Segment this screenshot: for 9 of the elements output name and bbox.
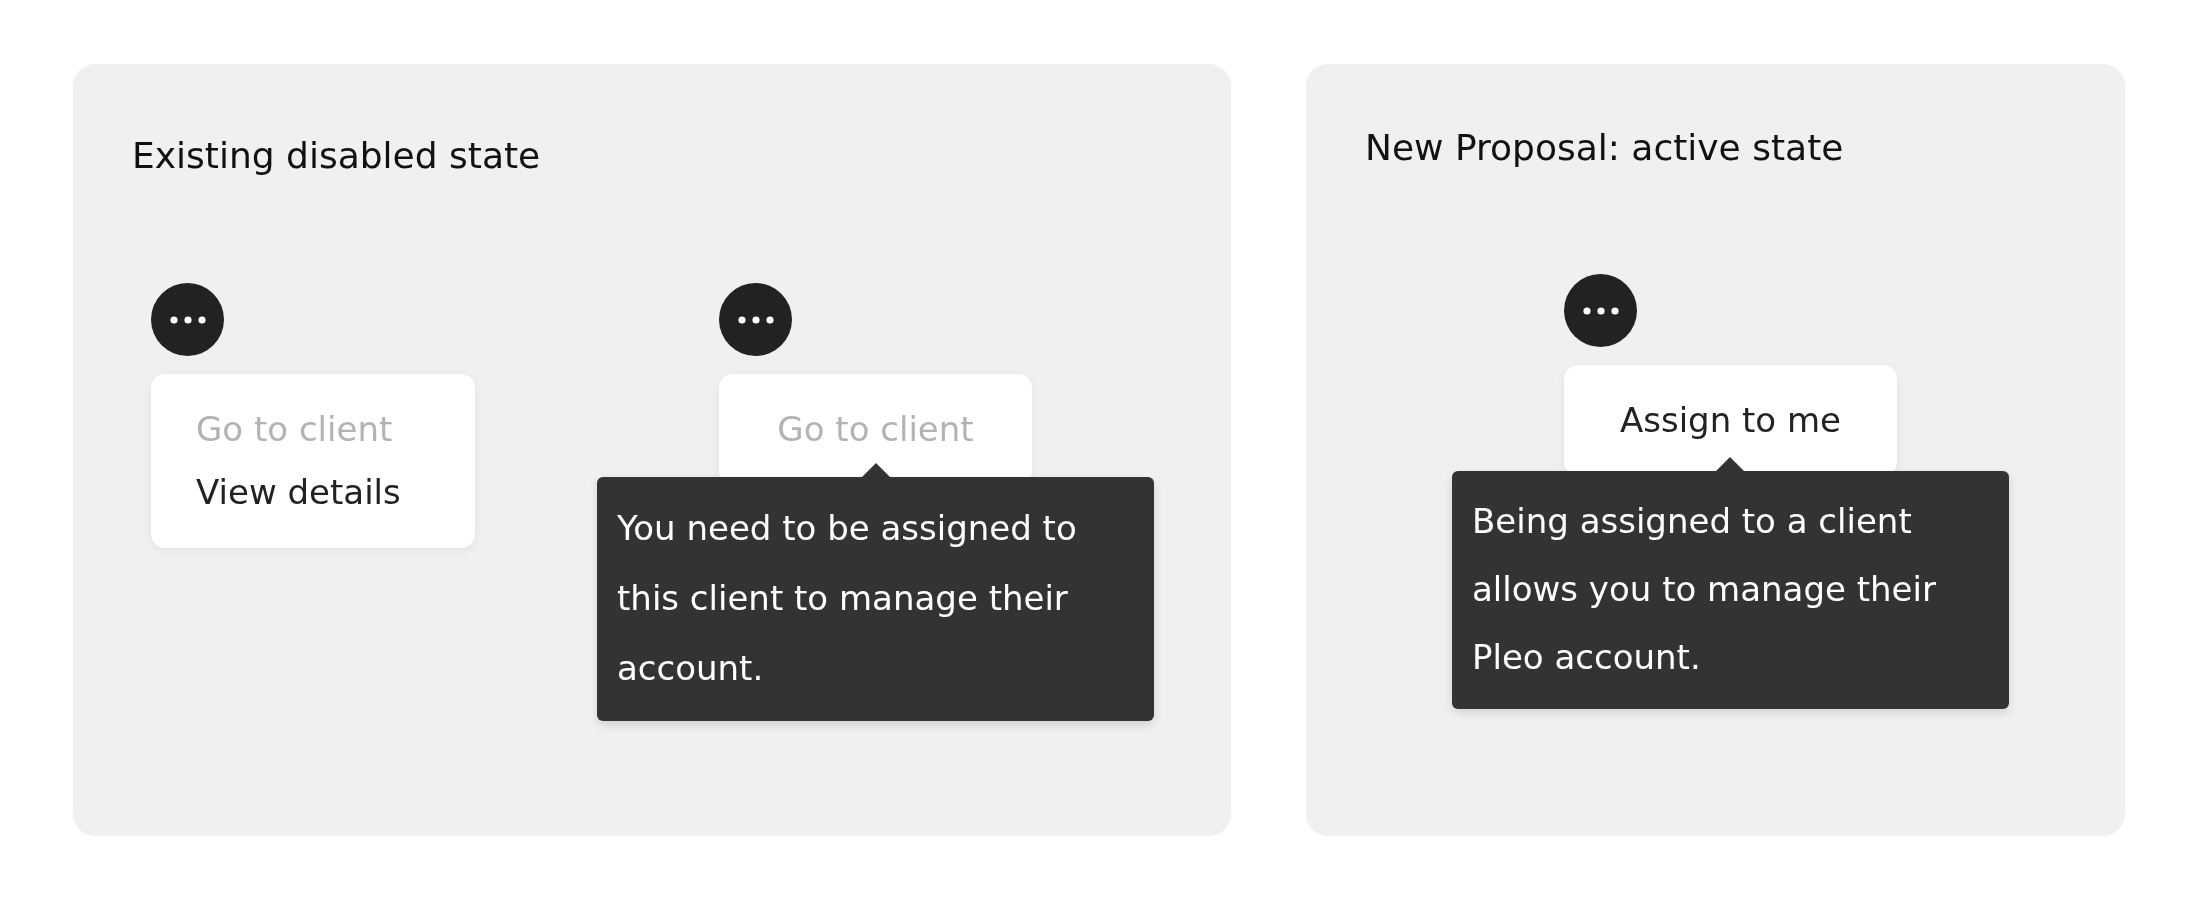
menu-item[interactable]: View details (151, 461, 475, 524)
more-icon (1582, 306, 1619, 315)
menu-item[interactable]: Assign to me (1564, 389, 1897, 452)
more-icon (737, 315, 774, 324)
tooltip-text: Being assigned to a client allows you to manage their Pleo account. (1472, 500, 1937, 680)
more-icon (169, 315, 206, 324)
panel-title: Existing disabled state (132, 134, 542, 178)
tooltip-text: You need to be assigned to this client to manage their account. (617, 507, 1078, 691)
panel-title: New Proposal: active state (1365, 126, 1845, 170)
